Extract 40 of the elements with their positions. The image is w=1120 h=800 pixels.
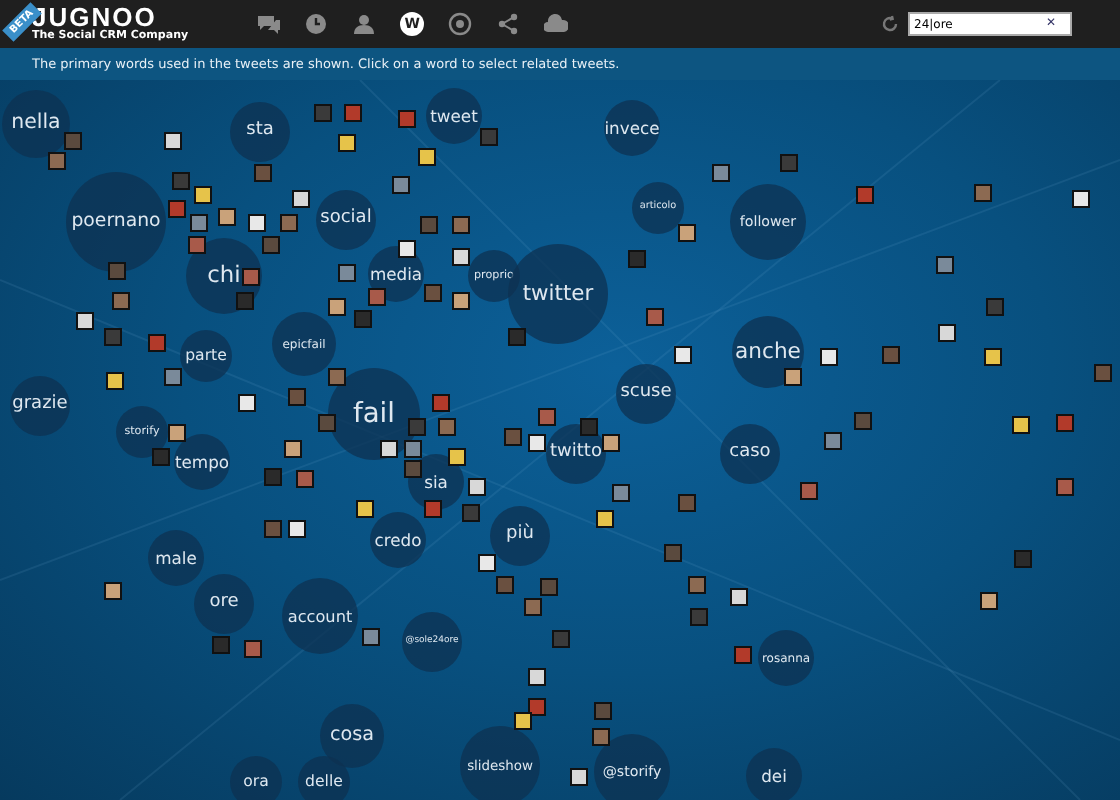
word-bubble[interactable]: scuse xyxy=(616,364,676,424)
word-bubble[interactable]: dei xyxy=(746,748,802,800)
chat-icon[interactable] xyxy=(256,12,281,36)
avatar-placeholder[interactable] xyxy=(938,324,956,342)
person-icon[interactable] xyxy=(352,12,377,36)
cloud-icon[interactable] xyxy=(544,12,569,36)
word-bubble[interactable]: social xyxy=(316,190,376,250)
clock-icon[interactable] xyxy=(304,12,329,36)
avatar-placeholder[interactable] xyxy=(980,592,998,610)
word-bubble[interactable]: nella xyxy=(2,90,70,158)
share-icon[interactable] xyxy=(496,12,521,36)
word-bubble[interactable]: twitto xyxy=(546,424,606,484)
word-bubble[interactable]: ore xyxy=(194,574,254,634)
word-bubble[interactable]: account xyxy=(282,578,358,654)
word-bubble[interactable]: più xyxy=(490,506,550,566)
avatar-placeholder[interactable] xyxy=(570,768,588,786)
avatar-placeholder[interactable] xyxy=(104,582,122,600)
avatar-placeholder[interactable] xyxy=(106,372,124,390)
refresh-icon[interactable] xyxy=(880,14,900,34)
word-bubble[interactable]: grazie xyxy=(10,376,70,436)
avatar-placeholder[interactable] xyxy=(1012,416,1030,434)
target-icon[interactable] xyxy=(448,12,473,36)
word-bubble[interactable]: caso xyxy=(720,424,780,484)
avatar-placeholder[interactable] xyxy=(730,588,748,606)
word-bubble[interactable]: invece xyxy=(604,100,660,156)
avatar-placeholder[interactable] xyxy=(238,394,256,412)
avatar-placeholder[interactable] xyxy=(984,348,1002,366)
word-bubble[interactable]: tempo xyxy=(174,434,230,490)
word-bubble[interactable]: sta xyxy=(230,102,290,162)
word-bubble[interactable]: anche xyxy=(732,316,804,388)
avatar-placeholder[interactable] xyxy=(1072,190,1090,208)
avatar-placeholder[interactable] xyxy=(678,224,696,242)
word-bubble[interactable]: tweet xyxy=(426,88,482,144)
avatar-placeholder[interactable] xyxy=(674,346,692,364)
word-bubble[interactable]: credo xyxy=(370,512,426,568)
word-bubble[interactable]: male xyxy=(148,530,204,586)
avatar-placeholder[interactable] xyxy=(356,500,374,518)
avatar-placeholder[interactable] xyxy=(164,132,182,150)
word-bubble[interactable]: cosa xyxy=(320,704,384,768)
word-bubble[interactable]: poernano xyxy=(66,172,166,272)
